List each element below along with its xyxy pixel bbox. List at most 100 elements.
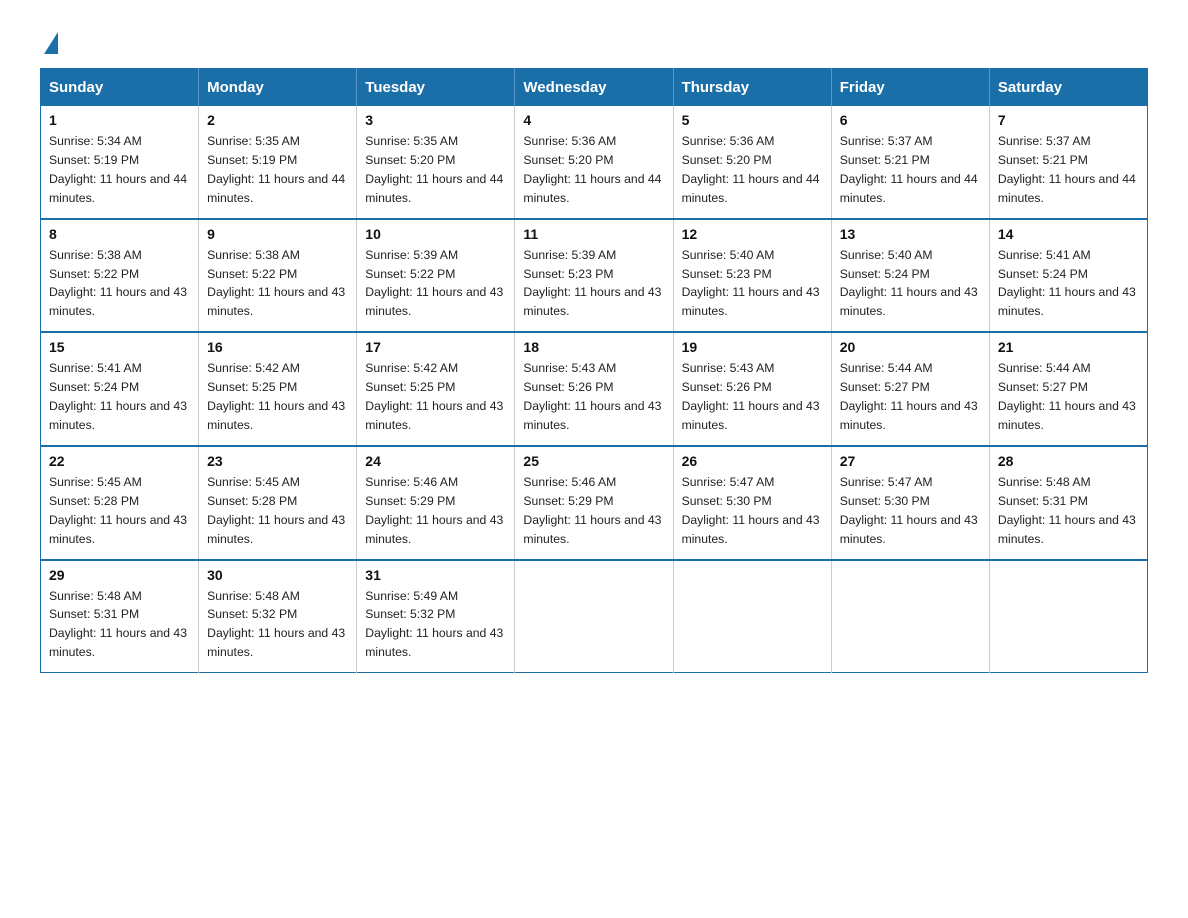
calendar-day-cell (673, 560, 831, 673)
calendar-day-cell: 26 Sunrise: 5:47 AMSunset: 5:30 PMDaylig… (673, 446, 831, 560)
day-number: 6 (840, 112, 981, 128)
day-number: 23 (207, 453, 348, 469)
day-info: Sunrise: 5:45 AMSunset: 5:28 PMDaylight:… (49, 473, 190, 549)
calendar-day-cell: 15 Sunrise: 5:41 AMSunset: 5:24 PMDaylig… (41, 332, 199, 446)
day-info: Sunrise: 5:41 AMSunset: 5:24 PMDaylight:… (998, 246, 1139, 322)
calendar-day-cell: 4 Sunrise: 5:36 AMSunset: 5:20 PMDayligh… (515, 106, 673, 219)
day-info: Sunrise: 5:34 AMSunset: 5:19 PMDaylight:… (49, 132, 190, 208)
calendar-day-cell: 29 Sunrise: 5:48 AMSunset: 5:31 PMDaylig… (41, 560, 199, 673)
day-info: Sunrise: 5:35 AMSunset: 5:20 PMDaylight:… (365, 132, 506, 208)
day-info: Sunrise: 5:35 AMSunset: 5:19 PMDaylight:… (207, 132, 348, 208)
calendar-day-cell (831, 560, 989, 673)
calendar-day-cell: 2 Sunrise: 5:35 AMSunset: 5:19 PMDayligh… (199, 106, 357, 219)
day-info: Sunrise: 5:44 AMSunset: 5:27 PMDaylight:… (998, 359, 1139, 435)
day-info: Sunrise: 5:47 AMSunset: 5:30 PMDaylight:… (682, 473, 823, 549)
day-number: 4 (523, 112, 664, 128)
calendar-day-cell: 19 Sunrise: 5:43 AMSunset: 5:26 PMDaylig… (673, 332, 831, 446)
calendar-day-cell: 27 Sunrise: 5:47 AMSunset: 5:30 PMDaylig… (831, 446, 989, 560)
day-info: Sunrise: 5:49 AMSunset: 5:32 PMDaylight:… (365, 587, 506, 663)
calendar-day-cell (989, 560, 1147, 673)
day-number: 16 (207, 339, 348, 355)
day-number: 21 (998, 339, 1139, 355)
day-number: 2 (207, 112, 348, 128)
day-number: 20 (840, 339, 981, 355)
calendar-day-cell: 10 Sunrise: 5:39 AMSunset: 5:22 PMDaylig… (357, 219, 515, 333)
day-number: 7 (998, 112, 1139, 128)
calendar-header-friday: Friday (831, 69, 989, 107)
day-info: Sunrise: 5:36 AMSunset: 5:20 PMDaylight:… (682, 132, 823, 208)
calendar-week-row: 22 Sunrise: 5:45 AMSunset: 5:28 PMDaylig… (41, 446, 1148, 560)
calendar-week-row: 1 Sunrise: 5:34 AMSunset: 5:19 PMDayligh… (41, 106, 1148, 219)
day-info: Sunrise: 5:46 AMSunset: 5:29 PMDaylight:… (365, 473, 506, 549)
day-number: 3 (365, 112, 506, 128)
day-number: 30 (207, 567, 348, 583)
calendar-day-cell: 21 Sunrise: 5:44 AMSunset: 5:27 PMDaylig… (989, 332, 1147, 446)
day-number: 10 (365, 226, 506, 242)
logo-triangle-icon (44, 32, 58, 54)
calendar-day-cell: 7 Sunrise: 5:37 AMSunset: 5:21 PMDayligh… (989, 106, 1147, 219)
day-number: 8 (49, 226, 190, 242)
calendar-day-cell: 30 Sunrise: 5:48 AMSunset: 5:32 PMDaylig… (199, 560, 357, 673)
day-number: 14 (998, 226, 1139, 242)
day-number: 28 (998, 453, 1139, 469)
calendar-day-cell: 31 Sunrise: 5:49 AMSunset: 5:32 PMDaylig… (357, 560, 515, 673)
calendar-day-cell: 18 Sunrise: 5:43 AMSunset: 5:26 PMDaylig… (515, 332, 673, 446)
calendar-week-row: 29 Sunrise: 5:48 AMSunset: 5:31 PMDaylig… (41, 560, 1148, 673)
day-number: 29 (49, 567, 190, 583)
day-number: 13 (840, 226, 981, 242)
day-number: 18 (523, 339, 664, 355)
day-number: 27 (840, 453, 981, 469)
calendar-day-cell: 20 Sunrise: 5:44 AMSunset: 5:27 PMDaylig… (831, 332, 989, 446)
day-number: 31 (365, 567, 506, 583)
logo (40, 30, 58, 48)
day-info: Sunrise: 5:37 AMSunset: 5:21 PMDaylight:… (840, 132, 981, 208)
day-info: Sunrise: 5:48 AMSunset: 5:32 PMDaylight:… (207, 587, 348, 663)
day-info: Sunrise: 5:39 AMSunset: 5:23 PMDaylight:… (523, 246, 664, 322)
calendar-day-cell: 6 Sunrise: 5:37 AMSunset: 5:21 PMDayligh… (831, 106, 989, 219)
day-info: Sunrise: 5:36 AMSunset: 5:20 PMDaylight:… (523, 132, 664, 208)
day-info: Sunrise: 5:43 AMSunset: 5:26 PMDaylight:… (682, 359, 823, 435)
day-info: Sunrise: 5:40 AMSunset: 5:24 PMDaylight:… (840, 246, 981, 322)
day-info: Sunrise: 5:46 AMSunset: 5:29 PMDaylight:… (523, 473, 664, 549)
day-number: 26 (682, 453, 823, 469)
calendar-header-tuesday: Tuesday (357, 69, 515, 107)
calendar-day-cell: 1 Sunrise: 5:34 AMSunset: 5:19 PMDayligh… (41, 106, 199, 219)
day-number: 15 (49, 339, 190, 355)
page-header (40, 30, 1148, 48)
calendar-day-cell: 8 Sunrise: 5:38 AMSunset: 5:22 PMDayligh… (41, 219, 199, 333)
calendar-day-cell: 5 Sunrise: 5:36 AMSunset: 5:20 PMDayligh… (673, 106, 831, 219)
day-info: Sunrise: 5:41 AMSunset: 5:24 PMDaylight:… (49, 359, 190, 435)
calendar-day-cell: 25 Sunrise: 5:46 AMSunset: 5:29 PMDaylig… (515, 446, 673, 560)
day-number: 22 (49, 453, 190, 469)
calendar-day-cell: 23 Sunrise: 5:45 AMSunset: 5:28 PMDaylig… (199, 446, 357, 560)
calendar-header-thursday: Thursday (673, 69, 831, 107)
calendar-header-wednesday: Wednesday (515, 69, 673, 107)
day-info: Sunrise: 5:42 AMSunset: 5:25 PMDaylight:… (207, 359, 348, 435)
calendar-day-cell: 11 Sunrise: 5:39 AMSunset: 5:23 PMDaylig… (515, 219, 673, 333)
calendar-day-cell: 22 Sunrise: 5:45 AMSunset: 5:28 PMDaylig… (41, 446, 199, 560)
calendar-day-cell: 28 Sunrise: 5:48 AMSunset: 5:31 PMDaylig… (989, 446, 1147, 560)
day-info: Sunrise: 5:48 AMSunset: 5:31 PMDaylight:… (998, 473, 1139, 549)
day-info: Sunrise: 5:38 AMSunset: 5:22 PMDaylight:… (207, 246, 348, 322)
calendar-day-cell: 16 Sunrise: 5:42 AMSunset: 5:25 PMDaylig… (199, 332, 357, 446)
day-number: 5 (682, 112, 823, 128)
day-info: Sunrise: 5:47 AMSunset: 5:30 PMDaylight:… (840, 473, 981, 549)
day-number: 12 (682, 226, 823, 242)
day-info: Sunrise: 5:44 AMSunset: 5:27 PMDaylight:… (840, 359, 981, 435)
day-info: Sunrise: 5:43 AMSunset: 5:26 PMDaylight:… (523, 359, 664, 435)
day-number: 25 (523, 453, 664, 469)
calendar-header-monday: Monday (199, 69, 357, 107)
day-info: Sunrise: 5:42 AMSunset: 5:25 PMDaylight:… (365, 359, 506, 435)
calendar-week-row: 15 Sunrise: 5:41 AMSunset: 5:24 PMDaylig… (41, 332, 1148, 446)
calendar-header-sunday: Sunday (41, 69, 199, 107)
day-number: 19 (682, 339, 823, 355)
day-number: 9 (207, 226, 348, 242)
calendar-day-cell: 14 Sunrise: 5:41 AMSunset: 5:24 PMDaylig… (989, 219, 1147, 333)
calendar-day-cell: 17 Sunrise: 5:42 AMSunset: 5:25 PMDaylig… (357, 332, 515, 446)
day-number: 1 (49, 112, 190, 128)
calendar-day-cell (515, 560, 673, 673)
calendar-table: SundayMondayTuesdayWednesdayThursdayFrid… (40, 68, 1148, 673)
day-info: Sunrise: 5:48 AMSunset: 5:31 PMDaylight:… (49, 587, 190, 663)
day-info: Sunrise: 5:37 AMSunset: 5:21 PMDaylight:… (998, 132, 1139, 208)
calendar-header-row: SundayMondayTuesdayWednesdayThursdayFrid… (41, 69, 1148, 107)
